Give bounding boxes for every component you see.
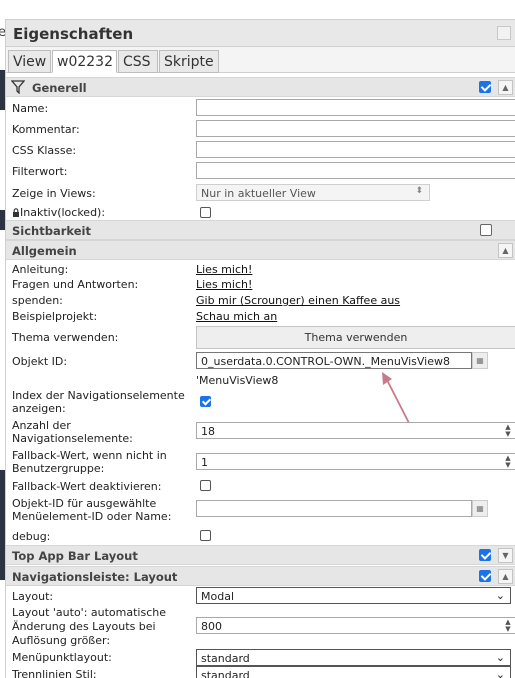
section-nav-layout-collapse-button[interactable]: ▲ — [498, 569, 513, 584]
fallback-spinner[interactable]: ▲ ▼ — [502, 455, 514, 469]
filter-icon — [11, 80, 25, 94]
section-sichtbarkeit[interactable]: Sichtbarkeit — [6, 220, 515, 240]
anzahl-input[interactable]: 18 ▲ ▼ — [196, 422, 515, 439]
objekt-ausgewaehlt-select-button[interactable]: ▦ — [472, 500, 488, 517]
css-klasse-input[interactable] — [196, 141, 515, 158]
section-top-app-bar-title: Top App Bar Layout — [12, 549, 138, 563]
tab-widget[interactable]: w02232 — [52, 50, 117, 73]
objekt-id-value: 0_userdata.0.CONTROL-OWN._MenuVisView8 — [201, 355, 450, 368]
tab-css[interactable]: CSS — [118, 50, 158, 73]
beispiel-label: Beispielprojekt: — [12, 310, 98, 323]
section-top-app-bar[interactable]: Top App Bar Layout ▼ — [6, 545, 515, 565]
layout-select[interactable]: Modal ⌄ — [196, 587, 511, 604]
layout-label: Layout: — [12, 590, 54, 603]
anzahl-spinner[interactable]: ▲ ▼ — [502, 424, 514, 438]
chevron-down-icon: ⌄ — [495, 651, 505, 664]
section-generell-collapse-button[interactable]: ▲ — [498, 80, 513, 95]
zeige-in-views-value: Nur in aktueller View — [201, 187, 316, 200]
trennlinien-select[interactable]: standard ⌄ — [196, 666, 511, 678]
name-label: Name: — [12, 102, 49, 115]
debug-checkbox[interactable] — [200, 530, 211, 541]
fallback-deakt-label: Fallback-Wert deaktivieren: — [12, 480, 162, 493]
anzahl-value: 18 — [201, 425, 215, 438]
anleitung-label: Anleitung: — [12, 263, 69, 276]
objekt-id-select-button[interactable]: ▦ — [472, 352, 488, 369]
filterwort-label: Filterwort: — [12, 165, 68, 178]
section-nav-layout-checkbox[interactable] — [479, 570, 491, 582]
zeige-in-views-label: Zeige in Views: — [12, 187, 96, 200]
chevron-down-icon: ⌄ — [495, 589, 505, 602]
inaktiv-label-text: Inaktiv(locked): — [20, 206, 106, 219]
objekt-id-hint: 'MenuVisView8 — [196, 374, 279, 387]
section-allgemein-collapse-button[interactable]: ▲ — [498, 243, 513, 258]
trennlinien-value: standard — [201, 669, 250, 678]
section-sichtbarkeit-checkbox[interactable] — [480, 224, 492, 236]
select-updown-icon: ⬍ — [415, 186, 423, 196]
kommentar-label: Kommentar: — [12, 123, 80, 136]
fallback-label: Fallback-Wert, wenn nicht in Benutzergru… — [12, 449, 167, 475]
layout-value: Modal — [201, 590, 234, 603]
section-generell[interactable]: Generell ▲ — [6, 77, 515, 97]
properties-panel: Eigenschaften View w02232 CSS Skripte Ge… — [5, 19, 515, 678]
objekt-id-input[interactable]: 0_userdata.0.CONTROL-OWN._MenuVisView8 — [196, 352, 472, 369]
kommentar-input[interactable] — [196, 120, 515, 137]
section-allgemein[interactable]: Allgemein ▲ — [6, 240, 515, 260]
section-nav-layout[interactable]: Navigationsleiste: Layout ▲ — [6, 566, 515, 586]
panel-title: Eigenschaften — [13, 25, 134, 43]
objekt-ausgewaehlt-label: Objekt-ID für ausgewählte Menüelement-ID… — [12, 497, 172, 523]
beispiel-link[interactable]: Schau mich an — [196, 310, 277, 323]
section-top-app-bar-expand-button[interactable]: ▼ — [498, 548, 513, 563]
menuepunkt-select[interactable]: standard ⌄ — [196, 649, 511, 666]
annotation-arrow-icon — [382, 372, 410, 424]
section-allgemein-title: Allgemein — [12, 244, 77, 258]
anleitung-link[interactable]: Lies mich! — [196, 263, 252, 276]
section-sichtbarkeit-title: Sichtbarkeit — [12, 224, 91, 238]
fragen-label: Fragen und Antworten: — [12, 278, 139, 291]
chevron-down-icon: ⌄ — [495, 668, 505, 678]
tab-view[interactable]: View — [8, 50, 51, 73]
css-klasse-label: CSS Klasse: — [12, 144, 77, 157]
debug-label: debug: — [12, 530, 51, 543]
fragen-link[interactable]: Lies mich! — [196, 278, 252, 291]
fallback-input[interactable]: 1 ▲ ▼ — [196, 453, 515, 470]
inaktiv-label: Inaktiv(locked): — [12, 206, 105, 219]
index-checkbox[interactable] — [200, 396, 211, 407]
fallback-value: 1 — [201, 456, 208, 469]
objekt-ausgewaehlt-input[interactable] — [196, 500, 472, 517]
auto-layout-input[interactable]: 800 ▲ ▼ — [196, 617, 515, 634]
tab-view-label: View — [13, 54, 47, 70]
section-generell-checkbox[interactable] — [479, 81, 491, 93]
objekt-id-label: Objekt ID: — [12, 355, 68, 368]
lock-icon — [13, 208, 19, 217]
thema-label: Thema verwenden: — [12, 331, 119, 344]
panel-menu-button[interactable] — [497, 26, 511, 40]
index-label: Index der Navigationselemente anzeigen: — [12, 389, 185, 415]
anzahl-label: Anzahl der Navigationselemente: — [12, 419, 133, 445]
tab-skripte-label: Skripte — [164, 54, 214, 70]
trennlinien-label: Trennlinien Stil: — [12, 668, 97, 678]
name-input[interactable] — [196, 99, 515, 116]
auto-layout-value: 800 — [201, 620, 222, 633]
thema-verwenden-button[interactable]: Thema verwenden — [196, 326, 515, 349]
auto-layout-spinner[interactable]: ▲ ▼ — [502, 619, 514, 633]
zeige-in-views-select[interactable]: Nur in aktueller View ⬍ — [196, 184, 430, 201]
tab-bar: View w02232 CSS Skripte — [6, 47, 515, 73]
tab-widget-label: w02232 — [57, 54, 113, 70]
thema-verwenden-button-label: Thema verwenden — [304, 331, 408, 344]
auto-layout-label: Layout 'auto': automatische Änderung des… — [12, 606, 166, 647]
panel-title-bar[interactable]: Eigenschaften — [6, 20, 515, 47]
section-top-app-bar-checkbox[interactable] — [479, 549, 491, 561]
spenden-link[interactable]: Gib mir (Scrounger) einen Kaffee aus — [196, 294, 400, 307]
spenden-label: spenden: — [12, 294, 63, 307]
tab-css-label: CSS — [123, 54, 151, 70]
section-nav-layout-title: Navigationsleiste: Layout — [12, 570, 178, 584]
fallback-deakt-checkbox[interactable] — [200, 480, 211, 491]
menuepunkt-label: Menüpunktlayout: — [12, 651, 112, 664]
inaktiv-checkbox[interactable] — [200, 207, 211, 218]
menuepunkt-value: standard — [201, 652, 250, 665]
filterwort-input[interactable] — [196, 162, 515, 179]
tab-skripte[interactable]: Skripte — [159, 50, 219, 73]
section-generell-title: Generell — [32, 81, 87, 95]
